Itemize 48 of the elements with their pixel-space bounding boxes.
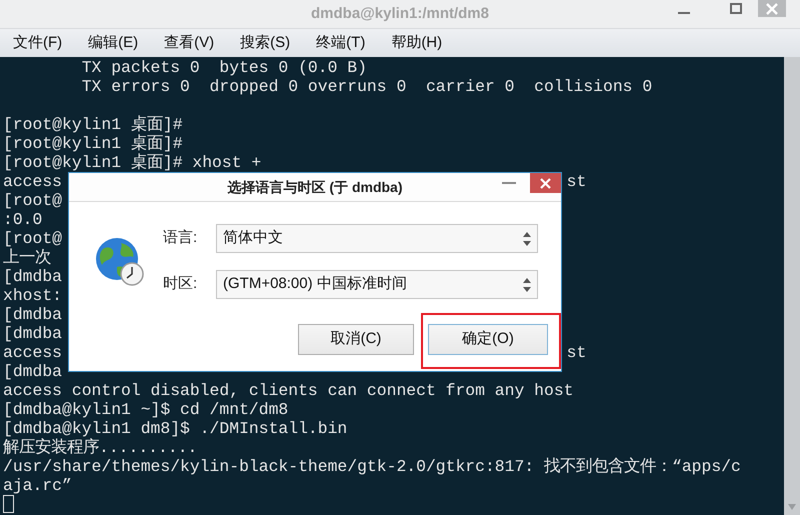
select-field[interactable]: 简体中文 xyxy=(216,224,538,253)
terminal-line: /usr/share/themes/kylin-black-theme/gtk-2.0/gtkrc:817: 找不到包含文件：“apps/c xyxy=(3,457,741,476)
minimize-icon xyxy=(502,181,516,185)
dialog-title: 选择语言与时区 (于 dmdba) xyxy=(228,178,402,197)
spinner-arrows-icon xyxy=(523,232,531,246)
terminal-line: access xyxy=(3,343,62,362)
terminal-line: access xyxy=(3,172,62,191)
scrollbar[interactable] xyxy=(784,57,800,515)
terminal-line: st xyxy=(566,172,586,191)
close-button[interactable] xyxy=(530,173,561,193)
window-title: dmdba@kylin1:/mnt/dm8 xyxy=(311,4,489,24)
terminal-line: [dmdba xyxy=(3,362,62,381)
dialog-button[interactable]: 确定(O) xyxy=(428,324,548,355)
terminal-line: [dmdba@kylin1 dm8]$ ./DMInstall.bin xyxy=(3,419,348,438)
terminal-line: [dmdba xyxy=(3,305,62,324)
terminal-line: :0.0 xyxy=(3,210,42,229)
spinner-arrows-icon xyxy=(523,278,531,292)
close-icon xyxy=(766,2,778,14)
terminal-line: xhost: xyxy=(3,286,62,305)
terminal-line: aja.rc” xyxy=(3,476,72,495)
terminal-line: [dmdba@kylin1 ~]$ cd /mnt/dm8 xyxy=(3,400,288,419)
terminal-line: [root@kylin1 桌面]# xyxy=(3,115,183,134)
globe-clock-icon xyxy=(95,236,145,286)
terminal-line: TX packets 0 bytes 0 (0.0 B) xyxy=(80,58,367,77)
menu-item[interactable]: 编辑(E) xyxy=(79,32,148,54)
maximize-icon xyxy=(730,3,742,14)
terminal-line: [root@kylin1 桌面]# xyxy=(3,134,183,153)
terminal-line: st xyxy=(566,343,586,362)
close-icon xyxy=(540,178,551,188)
menu-item[interactable]: 帮助(H) xyxy=(382,32,452,54)
terminal-line: [dmdba xyxy=(3,267,62,286)
dialog-button[interactable]: 取消(C) xyxy=(298,324,414,355)
terminal-line: [root@kylin1 桌面]# xhost + xyxy=(3,153,262,172)
terminal-line: [root@ xyxy=(3,191,62,210)
field-label: 时区: xyxy=(163,274,198,294)
menu-item[interactable]: 文件(F) xyxy=(4,32,72,54)
terminal-line: access control disabled, clients can connect from any host xyxy=(3,381,574,400)
terminal-line: 解压安装程序.......... xyxy=(3,438,198,457)
select-field[interactable]: (GTM+08:00) 中国标准时间 xyxy=(216,270,538,299)
terminal-line: [root@ xyxy=(3,229,62,248)
menu-item[interactable]: 查看(V) xyxy=(155,32,224,54)
field-label: 语言: xyxy=(163,228,198,248)
terminal-line: TX errors 0 dropped 0 overruns 0 carrier 0 collisions 0 xyxy=(80,77,652,96)
terminal-line: [dmdba xyxy=(3,324,62,343)
terminal-line: 上一次 xyxy=(3,248,51,267)
menu-item[interactable]: 终端(T) xyxy=(307,32,374,54)
menu-item[interactable]: 搜索(S) xyxy=(231,32,300,54)
minimize-icon xyxy=(678,12,690,14)
